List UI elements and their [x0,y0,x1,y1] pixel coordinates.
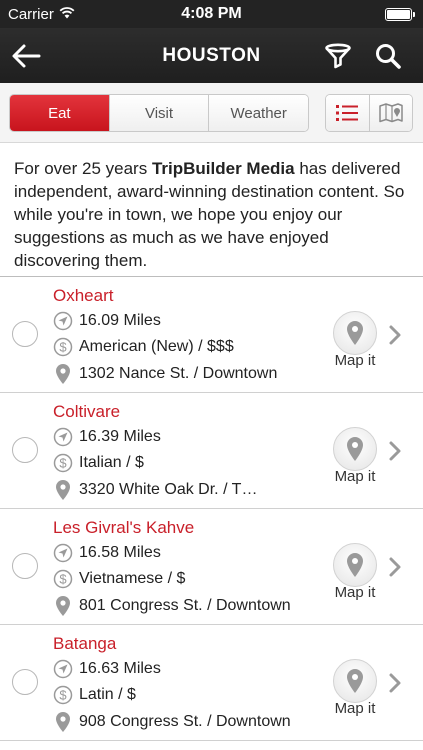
dollar-icon: $ [53,453,73,473]
distance-row: 16.09 Miles [53,310,161,332]
cuisine-text: Italian / $ [79,454,144,471]
back-arrow-icon [12,44,41,68]
wifi-icon [59,6,75,23]
intro-brand: TripBuilder Media [151,159,295,178]
map-it-button[interactable] [333,659,377,703]
segment-bar: Eat Visit Weather [0,83,423,143]
address-row: 801 Congress St. / Downtown [53,595,291,617]
place-name: Batanga [53,634,117,653]
cuisine-row: $ American (New) / $$$ [53,336,234,358]
list-item[interactable]: Coltivare 16.39 Miles $ Italian / $ 3320… [0,393,423,509]
back-button[interactable] [8,38,44,74]
search-button[interactable] [370,38,406,74]
distance-row: 16.63 Miles [53,658,161,680]
place-name: Oxheart [53,286,114,305]
search-icon [376,44,401,69]
map-pin-icon [347,553,363,577]
address-text: 908 Congress St. / Downtown [79,713,291,730]
list-item[interactable]: Oxheart 16.09 Miles $ American (New) / $… [0,277,423,393]
distance-text: 16.09 Miles [79,312,161,329]
address-row: 908 Congress St. / Downtown [53,711,291,733]
place-name: Les Givral's Kahve [53,518,195,537]
nav-bar: HOUSTON [0,28,423,83]
map-it-button[interactable] [333,543,377,587]
cuisine-row: $ Vietnamese / $ [53,568,185,590]
filter-button[interactable] [320,38,356,74]
distance-row: 16.39 Miles [53,426,161,448]
view-toggle [325,94,413,132]
segment-visit[interactable]: Visit [109,95,210,131]
status-left: Carrier [8,6,75,23]
map-pin-icon [347,437,363,461]
address-text: 801 Congress St. / Downtown [79,597,291,614]
map-it-label[interactable]: Map it [325,352,385,369]
distance-row: 16.58 Miles [53,542,161,564]
svg-text:$: $ [59,340,67,355]
svg-text:$: $ [59,688,67,703]
intro-text: For over 25 years TripBuilder Media has … [0,143,423,277]
list-item[interactable]: Batanga 16.63 Miles $ Latin / $ 908 Cong… [0,625,423,741]
dollar-icon: $ [53,337,73,357]
cuisine-text: Latin / $ [79,686,136,703]
map-view-button[interactable] [368,95,412,131]
svg-text:$: $ [59,572,67,587]
map-it-label[interactable]: Map it [325,584,385,601]
cuisine-text: Vietnamese / $ [79,570,186,587]
chevron-right-icon[interactable] [385,323,405,347]
map-it-label[interactable]: Map it [325,468,385,485]
location-arrow-icon [53,543,73,563]
select-radio[interactable] [12,321,38,347]
battery-icon [385,7,415,21]
address-row: 3320 White Oak Dr. / T… [53,479,257,501]
dollar-icon: $ [53,569,73,589]
cuisine-text: American (New) / $$$ [79,338,234,355]
places-list: Oxheart 16.09 Miles $ American (New) / $… [0,277,423,741]
category-segmented-control: Eat Visit Weather [9,94,309,132]
location-pin-icon [53,364,73,384]
filter-icon [325,43,351,69]
select-radio[interactable] [12,553,38,579]
select-radio[interactable] [12,669,38,695]
address-text: 1302 Nance St. / Downtown [79,365,278,382]
status-bar: Carrier 4:08 PM [0,0,423,28]
map-view-icon [379,103,403,123]
carrier-label: Carrier [8,5,54,23]
dollar-icon: $ [53,685,73,705]
list-item[interactable]: Les Givral's Kahve 16.58 Miles $ Vietnam… [0,509,423,625]
map-pin-icon [347,669,363,693]
segment-weather[interactable]: Weather [209,95,308,131]
cuisine-row: $ Latin / $ [53,684,136,706]
location-pin-icon [53,480,73,500]
intro-text-before: For over 25 years [14,159,152,178]
segment-eat[interactable]: Eat [10,95,110,131]
map-pin-icon [347,321,363,345]
distance-text: 16.58 Miles [79,544,161,561]
distance-text: 16.63 Miles [79,660,161,677]
location-pin-icon [53,712,73,732]
distance-text: 16.39 Miles [79,428,161,445]
location-arrow-icon [53,427,73,447]
cuisine-row: $ Italian / $ [53,452,144,474]
location-arrow-icon [53,659,73,679]
address-text: 3320 White Oak Dr. / T… [79,481,258,498]
place-name: Coltivare [53,402,121,421]
svg-text:$: $ [59,456,67,471]
map-it-label[interactable]: Map it [325,700,385,717]
address-row: 1302 Nance St. / Downtown [53,363,277,385]
chevron-right-icon[interactable] [385,439,405,463]
location-pin-icon [53,596,73,616]
map-it-button[interactable] [333,427,377,471]
map-it-button[interactable] [333,311,377,355]
list-view-button[interactable] [326,95,369,131]
location-arrow-icon [53,311,73,331]
chevron-right-icon[interactable] [385,555,405,579]
page-title: HOUSTON [162,44,261,66]
chevron-right-icon[interactable] [385,671,405,695]
select-radio[interactable] [12,437,38,463]
list-view-icon [336,105,359,121]
